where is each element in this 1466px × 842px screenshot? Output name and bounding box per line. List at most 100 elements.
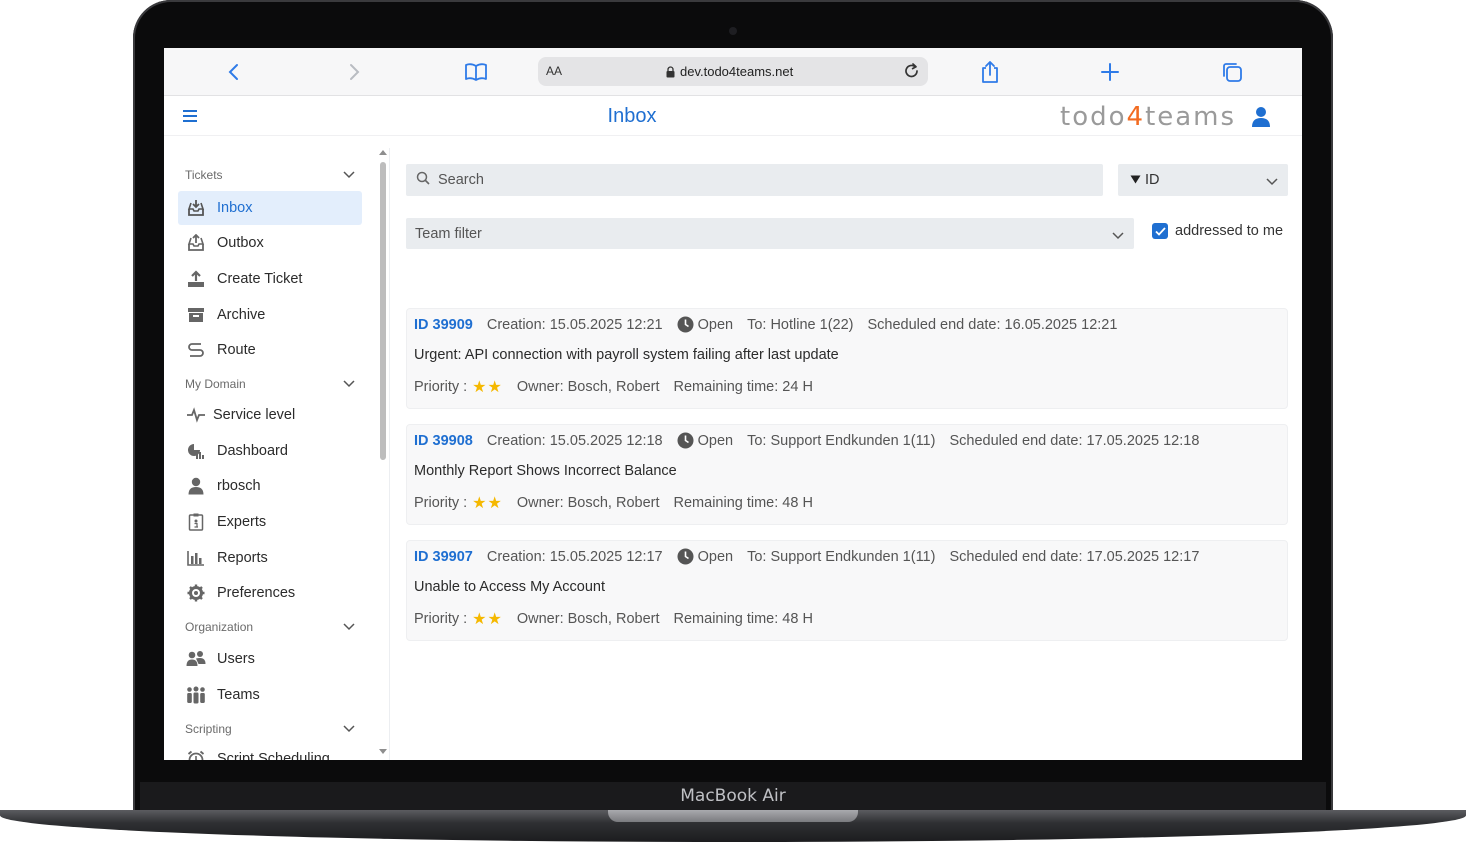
search-icon [416,171,430,189]
clock-icon [677,316,694,333]
device-label: MacBook Air [680,786,786,806]
sidebar-item-inbox[interactable]: Inbox [178,191,362,225]
sidebar-item-experts[interactable]: Experts [178,505,362,539]
sidebar-item-script-scheduling[interactable]: Script Scheduling [178,742,362,760]
ticket-status: Open [677,548,733,565]
sidebar-item-route[interactable]: Route [178,333,362,367]
back-icon[interactable] [222,60,246,84]
section-organization[interactable]: Organization [185,620,355,634]
route-icon [184,342,208,358]
sidebar-item-label: Reports [217,550,268,566]
ticket-recipient: To: Hotline 1(22) [747,316,854,333]
ticket-owner: Owner: Bosch, Robert [516,494,660,511]
sidebar-item-create-ticket[interactable]: Create Ticket [178,262,362,296]
clock-icon [677,548,694,565]
sidebar-item-label: Experts [217,514,267,530]
ticket-id-link[interactable]: ID 39909 [414,317,473,333]
sidebar-item-outbox[interactable]: Outbox [178,226,362,260]
bar-chart-icon [184,550,208,566]
gear-icon [184,584,208,602]
sidebar-item-rbosch[interactable]: rbosch [178,469,362,503]
section-tickets[interactable]: Tickets [185,168,355,182]
sort-label: ID [1145,172,1160,188]
sort-select[interactable]: ID [1118,164,1288,196]
logo-prefix: todo [1060,102,1127,132]
tabs-overview-icon[interactable] [1220,60,1244,84]
camera [729,27,737,35]
section-my-domain[interactable]: My Domain [185,377,355,391]
scroll-up-icon[interactable] [379,150,387,155]
ticket-remaining-time: Remaining time: 24 H [673,378,813,395]
section-label: Organization [185,620,254,634]
ticket-card[interactable]: ID 39908 Creation: 15.05.2025 12:18 Open… [406,424,1288,525]
sidebar-item-service-level[interactable]: Service level [178,398,362,432]
ticket-meta-row: ID 39909 Creation: 15.05.2025 12:21 Open… [414,316,1117,333]
ticket-details-row: Priority : ★★ Owner: Bosch, Robert Remai… [414,377,813,396]
ticket-priority-label: Priority : [414,494,468,511]
users-icon [184,650,208,668]
sidebar-item-label: Inbox [217,200,253,216]
ticket-subject[interactable]: Monthly Report Shows Incorrect Balance [414,463,677,479]
search-input[interactable] [438,172,1038,188]
priority-stars-icon: ★★ [472,609,503,628]
url-display[interactable]: dev.todo4teams.net [666,64,793,79]
ticket-remaining-time: Remaining time: 48 H [673,610,813,627]
addressed-to-me-checkbox[interactable] [1152,223,1168,239]
ticket-card[interactable]: ID 39909 Creation: 15.05.2025 12:21 Open… [406,308,1288,409]
sidebar-item-label: Preferences [217,585,296,601]
ticket-status: Open [677,316,733,333]
ticket-card[interactable]: ID 39907 Creation: 15.05.2025 12:17 Open… [406,540,1288,641]
bookmarks-icon[interactable] [464,60,488,84]
sidebar-item-label: Users [217,651,255,667]
sidebar-item-label: Outbox [217,235,264,251]
ticket-meta-row: ID 39908 Creation: 15.05.2025 12:18 Open… [414,432,1199,449]
chevron-down-icon [1266,174,1278,190]
inbox-download-icon [184,199,208,217]
logo-number: 4 [1126,102,1146,132]
sidebar-item-archive[interactable]: Archive [178,298,362,332]
id-badge-icon [184,513,208,531]
ticket-status: Open [677,432,733,449]
chevron-down-icon [343,722,355,736]
section-label: My Domain [185,377,246,391]
logo-suffix: teams [1145,102,1237,132]
new-tab-icon[interactable] [1098,60,1122,84]
sidebar-item-dashboard[interactable]: Dashboard [178,434,362,468]
pulse-icon [184,407,208,423]
addressed-to-me-toggle[interactable]: addressed to me [1152,223,1283,239]
clock-icon [677,432,694,449]
scroll-down-icon[interactable] [379,749,387,754]
sidebar-item-label: rbosch [217,478,261,494]
ticket-id-link[interactable]: ID 39907 [414,549,473,565]
address-bar[interactable]: AA dev.todo4teams.net [538,57,928,86]
section-scripting[interactable]: Scripting [185,722,355,736]
user-account-icon[interactable] [1251,106,1271,133]
sidebar-scrollbar[interactable] [380,162,386,460]
ticket-subject[interactable]: Urgent: API connection with payroll syst… [414,347,839,363]
sidebar-item-reports[interactable]: Reports [178,541,362,575]
text-size-button[interactable]: AA [546,64,562,78]
main-content: ID Team filter addressed to me ID 39909 … [390,148,1302,760]
ticket-priority-label: Priority : [414,610,468,627]
sidebar-item-users[interactable]: Users [178,642,362,676]
forward-icon[interactable] [342,60,366,84]
search-box[interactable] [406,164,1103,196]
section-label: Scripting [185,722,232,736]
ticket-subject[interactable]: Unable to Access My Account [414,579,605,595]
sidebar-item-label: Route [217,342,256,358]
ticket-creation: Creation: 15.05.2025 12:21 [486,316,663,333]
team-filter-select[interactable]: Team filter [406,218,1134,249]
share-icon[interactable] [978,60,1002,84]
ticket-id-link[interactable]: ID 39908 [414,433,473,449]
sidebar-item-label: Teams [217,687,260,703]
sidebar-item-teams[interactable]: Teams [178,678,362,712]
chevron-down-icon [343,377,355,391]
chevron-down-icon [1112,228,1124,244]
ticket-scheduled-end: Scheduled end date: 17.05.2025 12:18 [949,432,1200,449]
outbox-upload-icon [184,234,208,252]
ticket-scheduled-end: Scheduled end date: 17.05.2025 12:17 [949,548,1200,565]
sidebar-item-label: Dashboard [217,443,288,459]
sidebar-item-label: Create Ticket [217,271,303,287]
reload-icon[interactable] [903,61,921,84]
sidebar-item-preferences[interactable]: Preferences [178,576,362,610]
